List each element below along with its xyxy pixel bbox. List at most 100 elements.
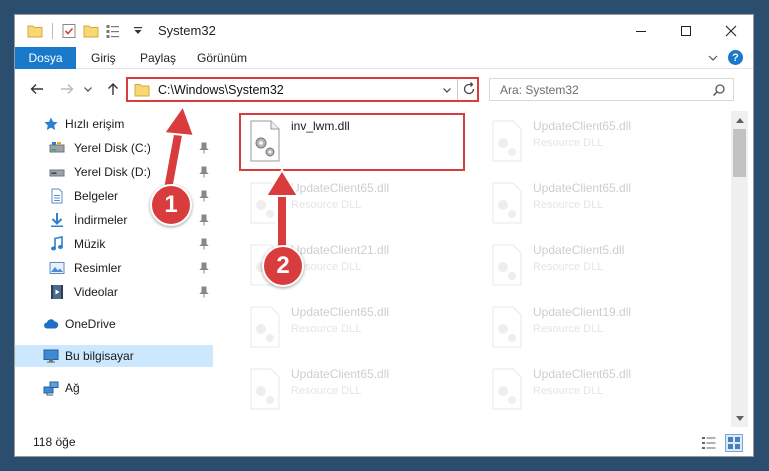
sidebar-item-label: Yerel Disk (D:) xyxy=(74,165,151,179)
up-button[interactable] xyxy=(103,79,123,99)
dll-file-icon xyxy=(492,182,522,224)
step-2-badge: 2 xyxy=(262,245,304,287)
sidebar-item-local-disk-d[interactable]: Yerel Disk (D:) xyxy=(15,161,213,183)
file-name: UpdateClient21.dll xyxy=(291,243,390,257)
details-view-icon[interactable] xyxy=(701,436,717,450)
chevron-down-icon xyxy=(84,87,92,92)
file-type: Resource DLL xyxy=(533,137,604,149)
vertical-scrollbar[interactable] xyxy=(731,111,748,427)
address-bar[interactable]: C:\Windows\System32 xyxy=(126,77,479,102)
tab-view[interactable]: Görünüm xyxy=(197,51,247,65)
file-name: UpdateClient65.dll xyxy=(533,367,632,381)
window-title: System32 xyxy=(158,23,216,38)
search-placeholder: Ara: System32 xyxy=(500,83,579,97)
sidebar-item-label: Müzik xyxy=(74,237,106,251)
file-item[interactable]: UpdateClient5.dll Resource DLL xyxy=(483,239,703,295)
sidebar-item-quick-access[interactable]: Hızlı erişim xyxy=(15,113,213,135)
dll-file-icon xyxy=(250,306,280,348)
file-name: UpdateClient65.dll xyxy=(291,305,390,319)
documents-icon xyxy=(51,188,63,204)
minimize-button[interactable] xyxy=(618,15,663,47)
file-name: UpdateClient65.dll xyxy=(291,367,390,381)
address-path[interactable]: C:\Windows\System32 xyxy=(158,83,284,97)
pin-icon[interactable] xyxy=(199,286,209,298)
chevron-down-icon[interactable] xyxy=(442,85,452,95)
dll-file-icon xyxy=(492,244,522,286)
search-box[interactable]: Ara: System32 xyxy=(489,78,734,101)
computer-icon xyxy=(43,349,59,363)
file-item[interactable]: UpdateClient19.dll Resource DLL xyxy=(483,301,703,357)
file-type: Resource DLL xyxy=(533,261,604,273)
sidebar-item-this-pc[interactable]: Bu bilgisayar xyxy=(15,345,213,367)
file-item[interactable]: UpdateClient65.dll Resource DLL xyxy=(241,301,461,357)
file-type: Resource DLL xyxy=(291,385,362,397)
file-type: Resource DLL xyxy=(533,385,604,397)
file-item[interactable]: UpdateClient65.dll Resource DLL xyxy=(241,363,461,419)
file-item[interactable]: UpdateClient65.dll Resource DLL xyxy=(483,177,703,233)
sidebar-item-network[interactable]: Ağ xyxy=(15,377,213,399)
navigation-pane: Hızlı erişim Yerel Disk (C:) Yerel Disk … xyxy=(15,111,213,427)
file-item-inv-lwm[interactable]: inv_lwm.dll xyxy=(239,113,465,171)
explorer-window: System32 Dosya Giriş Paylaş Görünüm ? C:… xyxy=(14,14,754,457)
search-icon[interactable] xyxy=(712,83,726,97)
sidebar-item-videos[interactable]: Videolar xyxy=(15,281,213,303)
ribbon-tabs: Dosya Giriş Paylaş Görünüm ? xyxy=(15,47,753,69)
tab-file[interactable]: Dosya xyxy=(15,47,76,69)
properties-check-icon[interactable] xyxy=(61,22,77,40)
close-icon xyxy=(725,25,736,37)
dll-file-icon xyxy=(250,182,280,224)
pin-icon[interactable] xyxy=(199,166,209,178)
help-button[interactable]: ? xyxy=(728,50,743,65)
file-item[interactable]: UpdateClient65.dll Resource DLL xyxy=(483,115,703,171)
scroll-up-button[interactable] xyxy=(731,111,748,128)
scroll-thumb[interactable] xyxy=(733,129,746,177)
pin-icon[interactable] xyxy=(199,262,209,274)
recent-locations-button[interactable] xyxy=(81,79,95,99)
sidebar-item-onedrive[interactable]: OneDrive xyxy=(15,313,213,335)
sidebar-item-label: Yerel Disk (C:) xyxy=(74,141,151,155)
scroll-down-button[interactable] xyxy=(731,410,748,427)
folder-icon xyxy=(134,84,150,97)
sidebar-item-local-disk-c[interactable]: Yerel Disk (C:) xyxy=(15,137,213,159)
file-name: inv_lwm.dll xyxy=(291,119,350,133)
arrow-left-icon xyxy=(30,84,43,94)
refresh-icon[interactable] xyxy=(462,82,476,96)
item-count: 118 öğe xyxy=(33,435,76,449)
rename-icon[interactable] xyxy=(105,22,121,40)
dll-file-icon xyxy=(250,368,280,410)
videos-icon xyxy=(51,285,63,299)
address-row: C:\Windows\System32 Ara: System32 xyxy=(15,73,753,105)
file-item[interactable]: UpdateClient65.dll Resource DLL xyxy=(241,177,461,233)
pin-icon[interactable] xyxy=(199,190,209,202)
sidebar-item-music[interactable]: Müzik xyxy=(15,233,213,255)
sidebar-item-label: Ağ xyxy=(65,381,80,395)
tab-home[interactable]: Giriş xyxy=(91,51,116,65)
file-type: Resource DLL xyxy=(533,199,604,211)
pin-icon[interactable] xyxy=(199,142,209,154)
sidebar-item-pictures[interactable]: Resimler xyxy=(15,257,213,279)
dll-file-icon xyxy=(250,120,280,162)
dll-file-icon xyxy=(492,368,522,410)
tab-share[interactable]: Paylaş xyxy=(140,51,176,65)
new-folder-icon[interactable] xyxy=(83,22,99,40)
file-item[interactable]: UpdateClient65.dll Resource DLL xyxy=(483,363,703,419)
star-icon xyxy=(44,117,58,130)
download-icon xyxy=(51,213,63,227)
file-type: Resource DLL xyxy=(291,199,362,211)
maximize-icon xyxy=(680,26,691,36)
arrow-up-icon xyxy=(108,83,118,95)
close-button[interactable] xyxy=(708,15,753,47)
forward-button[interactable] xyxy=(57,79,77,99)
network-icon xyxy=(43,381,59,396)
maximize-button[interactable] xyxy=(663,15,708,47)
file-name: UpdateClient65.dll xyxy=(291,181,390,195)
file-name: UpdateClient19.dll xyxy=(533,305,632,319)
folder-icon[interactable] xyxy=(27,22,43,40)
pin-icon[interactable] xyxy=(199,214,209,226)
back-button[interactable] xyxy=(27,79,47,99)
cloud-icon xyxy=(44,319,59,329)
customize-toolbar-icon[interactable] xyxy=(133,26,143,36)
expand-ribbon-icon[interactable] xyxy=(707,52,719,64)
tiles-view-button[interactable] xyxy=(725,434,743,452)
pin-icon[interactable] xyxy=(199,238,209,250)
